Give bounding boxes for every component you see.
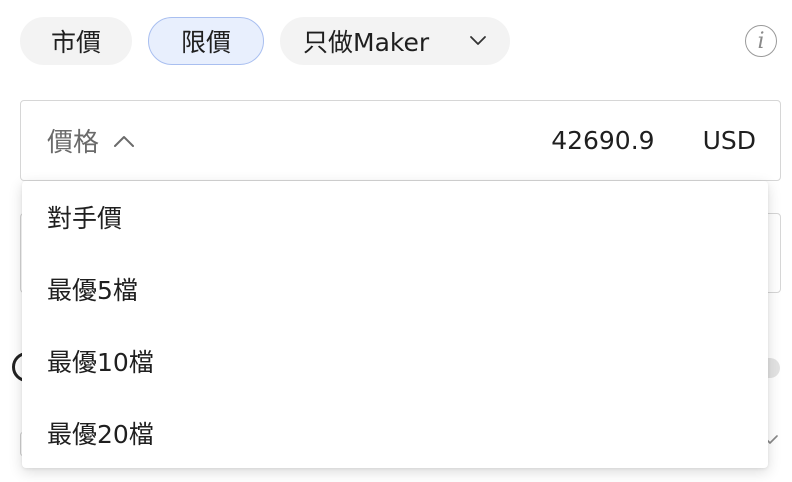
price-label: 價格 [47,128,100,158]
price-unit: USD [702,126,756,155]
limit-order-tab[interactable]: 限價 [148,17,264,65]
price-options-menu: 對手價 最優5檔 最優10檔 最優20檔 [22,181,768,468]
maker-only-select[interactable]: 只做Maker [280,17,510,65]
price-option-best-10[interactable]: 最優10檔 [22,331,768,391]
price-option-opponent[interactable]: 對手價 [22,187,768,247]
chevron-down-icon [467,30,489,52]
price-type-toggle[interactable]: 價格 [47,122,135,159]
price-option-best-5[interactable]: 最優5檔 [22,259,768,319]
maker-only-label: 只做Maker [303,28,430,57]
limit-order-label: 限價 [180,28,231,57]
price-input[interactable]: 42690.9 [551,126,654,155]
info-glyph: i [757,28,765,54]
price-field[interactable]: 價格 42690.9 USD [20,100,781,181]
market-order-tab[interactable]: 市價 [20,17,132,65]
info-icon[interactable]: i [745,25,777,57]
order-form: 市價 限價 只做Maker i 價格 42690.9 USD 對手價 最優5檔 … [0,0,792,482]
market-order-label: 市價 [50,28,101,57]
price-option-best-20[interactable]: 最優20檔 [22,403,768,463]
chevron-up-icon [113,134,135,148]
